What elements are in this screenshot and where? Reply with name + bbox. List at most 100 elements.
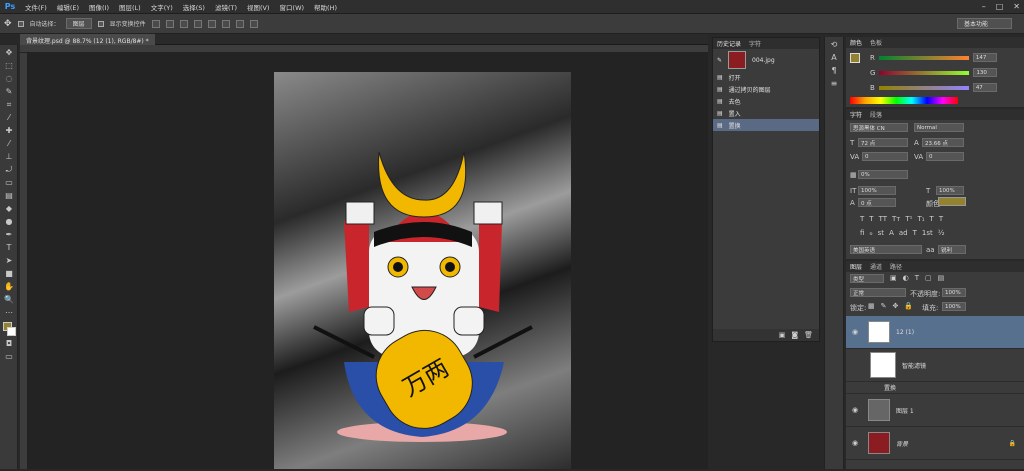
layer-filter-dropdown[interactable]: 类型 — [850, 274, 884, 283]
text-color-swatch[interactable] — [938, 197, 966, 206]
more-icon[interactable]: ⋯ — [2, 307, 16, 318]
b-value-field[interactable]: 47 — [972, 83, 997, 92]
filter-smart-icon[interactable]: ▤ — [938, 274, 945, 282]
history-item[interactable]: ▤ 通过拷贝的图层 — [713, 83, 819, 95]
document-canvas[interactable]: 万两 — [274, 72, 571, 469]
quick-select-icon[interactable]: ✎ — [2, 86, 16, 97]
background-color-swatch[interactable] — [7, 327, 16, 336]
align-top-icon[interactable] — [151, 19, 160, 28]
menu-edit[interactable]: 编辑(E) — [52, 2, 84, 12]
tab-swatches[interactable]: 色板 — [870, 38, 882, 47]
layer-row[interactable]: ◉ 图层 1 — [846, 394, 1024, 427]
distribute-icon[interactable] — [235, 19, 244, 28]
tab-channels[interactable]: 通道 — [870, 262, 882, 271]
underline-icon[interactable]: T — [930, 215, 934, 223]
align-bottom-icon[interactable] — [179, 19, 188, 28]
faux-bold-icon[interactable]: T — [860, 215, 864, 223]
pen-icon[interactable]: ✒ — [2, 229, 16, 240]
history-item[interactable]: ▤ 置入 — [713, 107, 819, 119]
filter-adjust-icon[interactable]: ◐ — [903, 274, 909, 282]
menu-image[interactable]: 图像(I) — [84, 2, 114, 12]
zoom-icon[interactable]: 🔍 — [2, 294, 16, 305]
quick-mask-icon[interactable]: ◘ — [2, 338, 16, 349]
menu-layer[interactable]: 图层(L) — [114, 2, 146, 12]
maximize-icon[interactable]: □ — [996, 2, 1004, 11]
tab-history[interactable]: 历史记录 — [717, 39, 741, 48]
superscript-icon[interactable]: T¹ — [905, 215, 912, 223]
history-item[interactable]: ▤ 打开 — [713, 71, 819, 83]
r-slider[interactable] — [878, 55, 969, 60]
crop-icon[interactable]: ⌗ — [2, 99, 16, 110]
menu-help[interactable]: 帮助(H) — [309, 2, 342, 12]
transform-controls-checkbox[interactable] — [97, 20, 104, 27]
g-slider[interactable] — [879, 70, 970, 75]
workspace-dropdown[interactable]: 基本功能 — [957, 18, 1012, 29]
fill-field[interactable]: 100% — [942, 302, 966, 311]
hand-icon[interactable]: ✋ — [2, 281, 16, 292]
r-value-field[interactable]: 147 — [972, 53, 997, 62]
close-icon[interactable]: ✕ — [1013, 2, 1020, 11]
font-family-dropdown[interactable]: 思源黑体 CN — [850, 123, 908, 132]
g-value-field[interactable]: 130 — [973, 68, 998, 77]
new-document-icon[interactable]: ▣ — [779, 331, 786, 339]
document-tab[interactable]: 背景纹理.psd @ 88.7% (12 (1), RGB/8#) * — [20, 34, 155, 45]
3d-mode-icon[interactable] — [249, 19, 258, 28]
trash-icon[interactable]: 🗑 — [804, 331, 813, 339]
align-middle-icon[interactable] — [165, 19, 174, 28]
history-item-active[interactable]: ▤ 置换 — [713, 119, 819, 131]
eyedropper-icon[interactable]: ⁄ — [2, 112, 16, 123]
align-center-icon[interactable] — [207, 19, 216, 28]
ordinals-icon[interactable]: T — [913, 229, 917, 237]
layer-row-background[interactable]: ◉ 背景 🔒 — [846, 427, 1024, 460]
baseline-field[interactable]: 0 点 — [858, 198, 896, 207]
tab-paragraph[interactable]: 段落 — [870, 110, 882, 119]
tab-color[interactable]: 颜色 — [850, 38, 862, 47]
tab-character[interactable]: 字符 — [850, 110, 862, 119]
faux-italic-icon[interactable]: T — [869, 215, 873, 223]
character-panel-icon[interactable]: A — [827, 52, 841, 63]
move-tool-icon[interactable]: ✥ — [4, 19, 12, 29]
visibility-eye-icon[interactable]: ◉ — [852, 406, 862, 414]
discretionary-icon[interactable]: ℴ — [869, 229, 872, 237]
b-slider[interactable] — [878, 85, 969, 90]
gradient-icon[interactable]: ▤ — [2, 190, 16, 201]
stamp-icon[interactable]: ⊥ — [2, 151, 16, 162]
half-icon[interactable]: ½ — [938, 229, 945, 237]
filter-pixel-icon[interactable]: ▣ — [890, 274, 897, 282]
tracking-field[interactable]: 0 — [926, 152, 964, 161]
align-right-icon[interactable] — [221, 19, 230, 28]
tab-layers[interactable]: 图层 — [850, 262, 862, 271]
minimize-icon[interactable]: – — [982, 2, 986, 11]
type-icon[interactable]: T — [2, 242, 16, 253]
blend-mode-dropdown[interactable]: 正常 — [850, 288, 906, 297]
opacity-field[interactable]: 100% — [942, 288, 966, 297]
history-item[interactable]: ▤ 去色 — [713, 95, 819, 107]
antialias-dropdown[interactable]: 锐利 — [938, 245, 966, 254]
font-style-dropdown[interactable]: Normal — [914, 123, 964, 132]
lock-transparent-icon[interactable]: ▦ — [868, 302, 875, 310]
marquee-icon[interactable]: ⬚ — [2, 60, 16, 71]
move-icon[interactable]: ✥ — [2, 47, 16, 58]
tab-history-2[interactable]: 字符 — [749, 39, 761, 48]
healing-icon[interactable]: ✚ — [2, 125, 16, 136]
shape-icon[interactable]: ■ — [2, 268, 16, 279]
color-spectrum[interactable] — [850, 97, 958, 104]
brush-icon[interactable]: ⁄ — [2, 138, 16, 149]
subscript-icon[interactable]: T₁ — [917, 215, 924, 223]
filter-type-icon[interactable]: T — [915, 274, 919, 282]
lock-all-icon[interactable]: 🔒 — [904, 302, 913, 310]
titling-icon[interactable]: ad — [899, 229, 908, 237]
leading-field[interactable]: 23.66 点 — [922, 138, 964, 147]
history-brush-icon[interactable]: ⤾ — [2, 164, 16, 175]
menu-view[interactable]: 视图(V) — [242, 2, 275, 12]
auto-select-checkbox[interactable] — [17, 20, 24, 27]
auto-select-dropdown[interactable]: 图层 — [65, 18, 92, 29]
fractions-icon[interactable]: 1st — [922, 229, 933, 237]
smart-filter-row[interactable]: 智能滤镜 — [846, 349, 1024, 382]
menu-type[interactable]: 文字(Y) — [146, 2, 178, 12]
all-caps-icon[interactable]: TT — [879, 215, 887, 223]
filter-row[interactable]: 置换 — [846, 382, 1024, 394]
alternates-icon[interactable]: A — [889, 229, 894, 237]
strikethrough-icon[interactable]: T — [939, 215, 943, 223]
layer-row-active[interactable]: ◉ 12 (1) — [846, 316, 1024, 349]
